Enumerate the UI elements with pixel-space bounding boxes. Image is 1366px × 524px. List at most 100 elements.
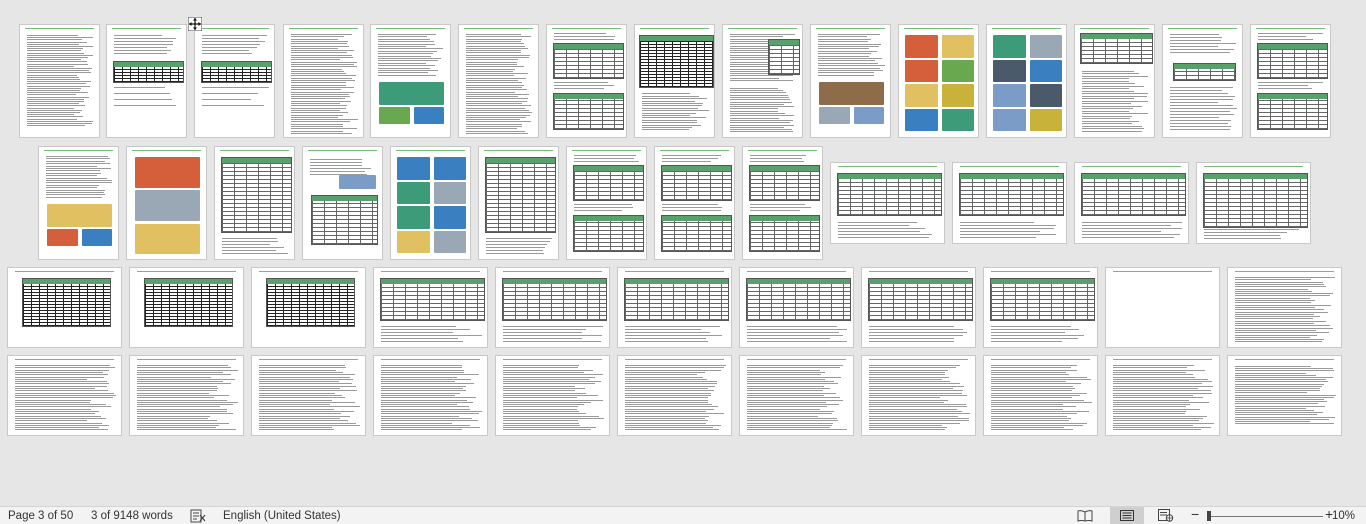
language-indicator[interactable]: English (United States) <box>223 509 341 523</box>
page-thumbnail[interactable] <box>830 162 945 244</box>
page-thumbnail[interactable] <box>861 267 976 348</box>
page-header-rule <box>551 28 622 29</box>
text-line <box>625 420 709 422</box>
zoom-out-button[interactable]: − <box>1191 507 1199 521</box>
page-thumbnail[interactable] <box>38 146 119 260</box>
text-line <box>747 401 826 403</box>
text-line <box>625 413 725 415</box>
page-thumbnail[interactable] <box>390 146 471 260</box>
page-thumbnail[interactable] <box>495 267 610 348</box>
page-thumbnail[interactable] <box>373 355 488 436</box>
zoom-slider[interactable] <box>1209 516 1323 517</box>
page-thumbnail[interactable] <box>739 267 854 348</box>
text-line <box>1170 126 1231 127</box>
page-thumbnail[interactable] <box>742 146 823 260</box>
text-line <box>1113 411 1187 412</box>
image-block <box>379 82 444 105</box>
text-line <box>137 378 236 380</box>
page-thumbnail[interactable] <box>1227 355 1342 436</box>
page-thumbnail[interactable] <box>1105 355 1220 436</box>
word-count-indicator[interactable]: 3 of 9148 words <box>91 509 173 523</box>
page-thumbnail[interactable] <box>373 267 488 348</box>
zoom-level[interactable]: 10% <box>1332 509 1355 523</box>
read-mode-icon[interactable] <box>1077 509 1093 522</box>
page-thumbnail[interactable] <box>106 24 187 138</box>
page-thumbnail[interactable] <box>370 24 451 138</box>
print-layout-button[interactable] <box>1110 507 1144 524</box>
text-line <box>15 413 96 415</box>
text-line <box>747 424 832 426</box>
page-thumbnail[interactable] <box>19 24 100 138</box>
page-thumbnail[interactable] <box>194 24 275 138</box>
text-line <box>310 168 371 169</box>
page-thumbnail[interactable] <box>1105 267 1220 348</box>
page-thumbnail[interactable] <box>1227 267 1342 348</box>
page-thumbnail[interactable] <box>495 355 610 436</box>
page-thumbnail[interactable] <box>983 355 1098 436</box>
zoom-slider-thumb[interactable] <box>1207 511 1211 521</box>
page-header-rule <box>815 28 886 29</box>
text-line <box>818 36 867 38</box>
text-line <box>991 388 1076 389</box>
text-line <box>137 390 218 392</box>
page-thumbnail[interactable] <box>952 162 1067 244</box>
page-thumbnail[interactable] <box>634 24 715 138</box>
page-thumbnail[interactable] <box>861 355 976 436</box>
page-thumbnail[interactable] <box>214 146 295 260</box>
page-header-rule <box>659 150 730 151</box>
text-line <box>1235 410 1314 411</box>
page-thumbnail[interactable] <box>722 24 803 138</box>
page-thumbnail[interactable] <box>1074 162 1189 244</box>
page-thumbnail[interactable] <box>986 24 1067 138</box>
text-line <box>730 34 796 35</box>
page-thumbnail[interactable] <box>251 267 366 348</box>
text-line <box>137 365 228 366</box>
page-thumbnail[interactable] <box>7 267 122 348</box>
page-thumbnail[interactable] <box>810 24 891 138</box>
page-thumbnail[interactable] <box>7 355 122 436</box>
text-line <box>15 404 106 406</box>
page-thumbnail[interactable] <box>983 267 1098 348</box>
page-thumbnail[interactable] <box>129 355 244 436</box>
page-thumbnail[interactable] <box>1162 24 1243 138</box>
page-thumbnail[interactable] <box>458 24 539 138</box>
text-line <box>730 124 795 126</box>
text-line <box>291 86 354 88</box>
page-thumbnail[interactable] <box>129 267 244 348</box>
page-thumbnail[interactable] <box>478 146 559 260</box>
page-header-rule <box>258 271 359 272</box>
page-thumbnail[interactable] <box>283 24 364 138</box>
page-thumbnail[interactable] <box>566 146 647 260</box>
text-line <box>991 385 1074 387</box>
text-line <box>1235 288 1308 290</box>
page-thumbnail[interactable] <box>617 267 732 348</box>
page-thumbnail[interactable] <box>654 146 735 260</box>
page-thumbnail[interactable] <box>302 146 383 260</box>
document-canvas[interactable] <box>0 0 1366 506</box>
text-line <box>991 394 1080 396</box>
page-thumbnail[interactable] <box>898 24 979 138</box>
table-header <box>869 279 972 284</box>
page-thumbnail[interactable] <box>617 355 732 436</box>
page-thumbnail[interactable] <box>739 355 854 436</box>
web-layout-icon[interactable] <box>1158 509 1174 522</box>
page-thumbnail[interactable] <box>1074 24 1155 138</box>
page-thumbnail[interactable] <box>126 146 207 260</box>
table-block <box>749 215 820 252</box>
page-number-indicator[interactable]: Page 3 of 50 <box>8 509 73 523</box>
text-line <box>642 95 699 97</box>
text-line <box>1082 113 1149 115</box>
text-line <box>1113 397 1203 399</box>
proofing-icon[interactable] <box>190 509 206 523</box>
table-block <box>749 165 820 202</box>
text-line <box>310 165 362 166</box>
text-line <box>46 177 108 179</box>
text-line <box>291 98 345 100</box>
text-line <box>27 90 81 91</box>
text-line <box>259 404 330 406</box>
page-thumbnail[interactable] <box>546 24 627 138</box>
page-thumbnail[interactable] <box>251 355 366 436</box>
page-thumbnail[interactable] <box>1250 24 1331 138</box>
image-block <box>993 35 1026 58</box>
page-thumbnail[interactable] <box>1196 162 1311 244</box>
